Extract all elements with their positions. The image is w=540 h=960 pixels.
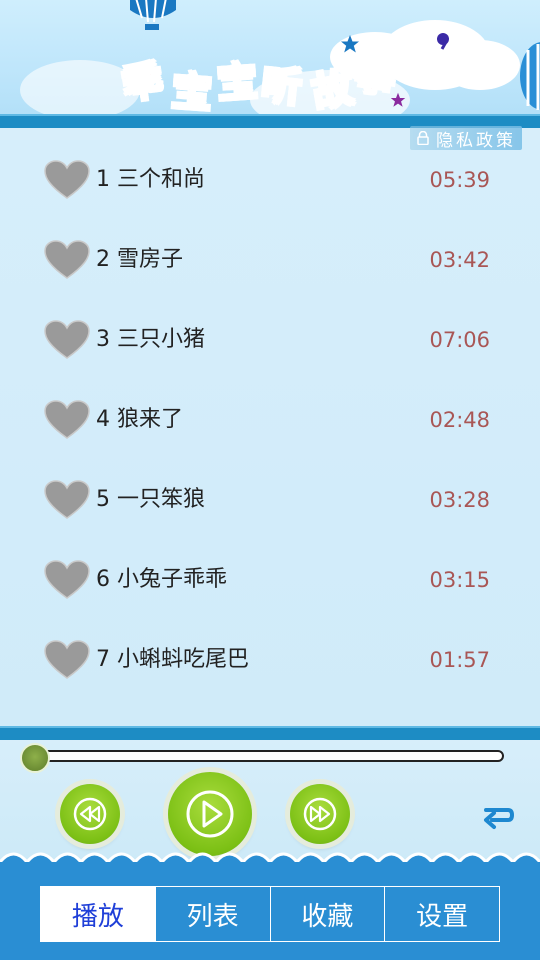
next-button[interactable] [290,784,350,844]
story-row[interactable]: 6 小兔子乖乖 03:15 [0,540,540,620]
favorite-heart-icon[interactable] [44,320,90,360]
app-title-logo: 乖 宝 宝 听 故 事 [112,30,412,114]
star-icon [390,92,406,107]
story-duration: 07:06 [429,328,490,352]
story-duration: 02:48 [429,408,490,432]
progress-thumb[interactable] [20,743,50,773]
story-title: 4 狼来了 [96,407,183,432]
story-duration: 01:57 [429,648,490,672]
music-note-icon [437,33,449,50]
title-char: 故 [308,64,357,114]
tab-settings[interactable]: 设置 [384,887,499,941]
favorite-heart-icon[interactable] [44,160,90,200]
previous-icon [73,797,107,831]
favorite-heart-icon[interactable] [44,640,90,680]
story-duration: 03:28 [429,488,490,512]
story-duration: 03:42 [429,248,490,272]
story-duration: 03:15 [429,568,490,592]
app-header: 乖 宝 宝 听 故 事 [0,0,540,114]
story-row[interactable]: 1 三个和尚 05:39 [0,140,540,220]
balloon-icon [130,0,176,30]
favorite-heart-icon[interactable] [44,560,90,600]
story-row[interactable]: 3 三只小猪 07:06 [0,300,540,380]
next-icon [303,797,337,831]
story-title: 5 一只笨狼 [96,487,205,512]
tab-list[interactable]: 列表 [154,887,270,941]
title-char: 宝 [215,58,260,109]
story-title: 6 小兔子乖乖 [96,567,227,592]
story-duration: 05:39 [429,168,490,192]
story-row[interactable]: 4 狼来了 02:48 [0,380,540,460]
title-char: 宝 [169,68,214,114]
story-title: 3 三只小猪 [96,327,205,352]
star-icon [341,35,359,53]
tab-play[interactable]: 播放 [41,887,155,941]
favorite-heart-icon[interactable] [44,480,90,520]
story-row[interactable]: 7 小蝌蚪吃尾巴 01:57 [0,620,540,700]
title-char: 乖 [119,56,167,109]
progress-track[interactable] [30,750,504,762]
tab-bar: 播放 列表 收藏 设置 [40,886,500,942]
favorite-heart-icon[interactable] [44,240,90,280]
title-char: 听 [258,61,305,113]
story-title: 7 小蝌蚪吃尾巴 [96,647,249,672]
story-title: 2 雪房子 [96,247,183,272]
tab-favorites[interactable]: 收藏 [269,887,385,941]
story-row[interactable]: 2 雪房子 03:42 [0,220,540,300]
repeat-icon[interactable] [478,798,516,832]
story-title: 1 三个和尚 [96,167,205,192]
cloud-decoration [440,40,520,90]
favorite-heart-icon[interactable] [44,400,90,440]
previous-button[interactable] [60,784,120,844]
balloon-icon [520,42,540,110]
story-row[interactable]: 5 一只笨狼 03:28 [0,460,540,540]
